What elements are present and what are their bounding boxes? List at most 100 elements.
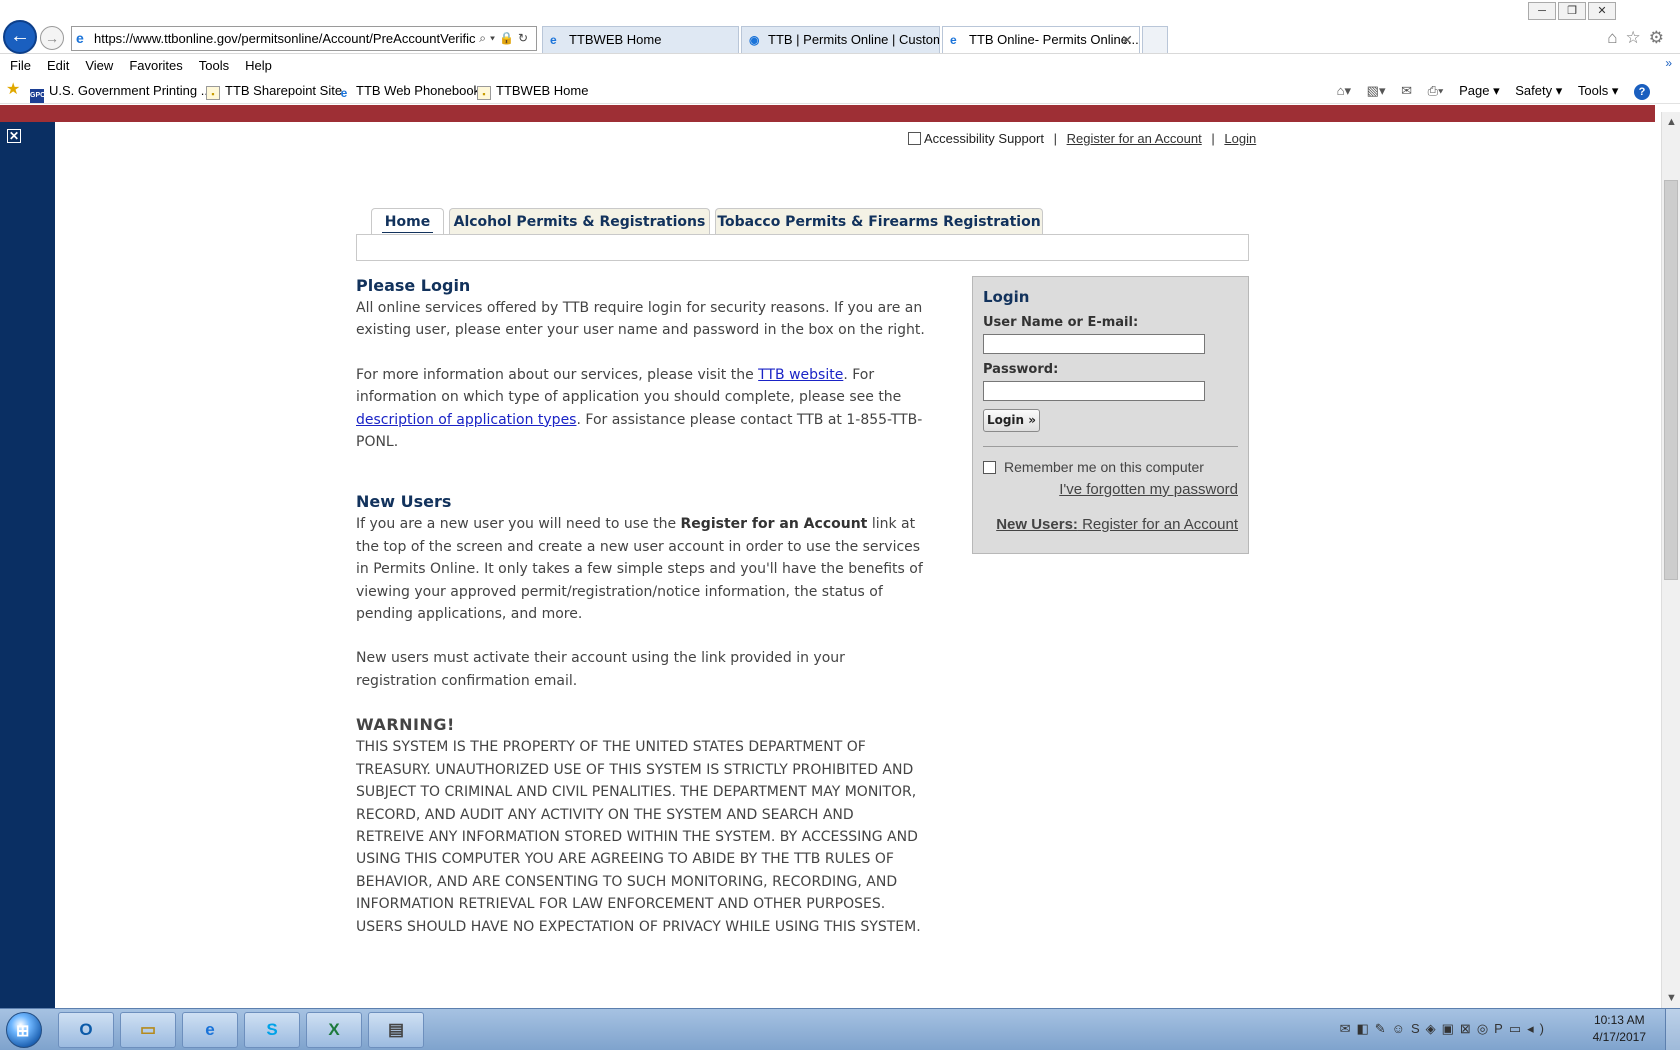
pen-icon[interactable]: ✎ xyxy=(1375,1021,1392,1036)
network-icon[interactable]: ⊠ xyxy=(1460,1021,1477,1036)
menu-edit[interactable]: Edit xyxy=(39,54,77,75)
chevron-right-icon[interactable]: » xyxy=(1665,56,1672,70)
warning-text: THIS SYSTEM IS THE PROPERTY OF THE UNITE… xyxy=(356,739,921,935)
warning-heading: WARNING! xyxy=(356,715,455,735)
fav-gpo[interactable]: GPO U.S. Government Printing ... xyxy=(30,83,212,103)
scroll-down-icon[interactable]: ▼ xyxy=(1666,992,1677,1004)
forgot-password-link[interactable]: I've forgotten my password xyxy=(1059,481,1238,498)
cmd-safety[interactable]: Safety ▾ xyxy=(1515,82,1562,100)
home-icon[interactable]: ⌂ xyxy=(1607,28,1625,47)
shield-icon[interactable]: ◈ xyxy=(1426,1021,1442,1036)
folder-icon: ▭ xyxy=(139,1020,157,1039)
favorites-star-icon[interactable]: ☆ xyxy=(1626,28,1649,47)
drive-icon[interactable]: ▣ xyxy=(1442,1021,1460,1036)
back-button[interactable]: ← xyxy=(3,20,37,54)
login-box: Login User Name or E-mail: Password: Log… xyxy=(972,276,1249,554)
browser-toolbar-icons: ⌂☆⚙ xyxy=(1607,28,1672,48)
forward-button[interactable]: → xyxy=(40,26,64,50)
windows-logo-icon: ⊞ xyxy=(16,1023,30,1040)
username-label: User Name or E-mail: xyxy=(983,315,1139,330)
tab-alcohol-permits[interactable]: Alcohol Permits & Registrations xyxy=(449,208,710,234)
monitor-icon[interactable]: ▭ xyxy=(1509,1021,1527,1036)
browser-tab-ttb-online-permits[interactable]: e TTB Online- Permits Online... ✕ xyxy=(942,26,1140,53)
remember-me-checkbox[interactable] xyxy=(983,461,996,474)
tab-home[interactable]: Home xyxy=(371,208,444,235)
scrollbar-thumb[interactable] xyxy=(1664,180,1678,580)
taskbar-window[interactable]: ▤ xyxy=(368,1012,424,1048)
search-icon[interactable]: ⌕ xyxy=(479,31,490,45)
fav-ttbweb-home[interactable]: ▪ TTBWEB Home xyxy=(477,83,588,100)
taskbar-internet-explorer[interactable]: e xyxy=(182,1012,238,1048)
start-button[interactable]: ⊞ xyxy=(6,1012,42,1048)
menu-file[interactable]: File xyxy=(0,54,39,75)
close-icon[interactable]: ✕ xyxy=(7,129,21,143)
taskbar-file-explorer[interactable]: ▭ xyxy=(120,1012,176,1048)
fav-label: TTBWEB Home xyxy=(496,83,589,98)
main-content: Please Login All online services offered… xyxy=(356,275,926,938)
new-tab-button[interactable] xyxy=(1142,26,1168,53)
lock-icon[interactable]: 🔒 xyxy=(499,31,518,45)
register-link-text: Register for an Account xyxy=(1077,516,1238,533)
tabs-content-panel xyxy=(356,234,1249,261)
menu-bar: File Edit View Favorites Tools Help » xyxy=(0,54,1680,78)
outlook-tray-icon[interactable]: ◧ xyxy=(1356,1021,1374,1036)
divider xyxy=(983,446,1238,447)
taskbar-outlook[interactable]: O xyxy=(58,1012,114,1048)
menu-tools[interactable]: Tools xyxy=(191,54,237,75)
dropdown-icon[interactable]: ▾ xyxy=(490,31,499,45)
separator: | xyxy=(1211,131,1215,146)
mail-icon[interactable]: ✉ xyxy=(1340,1021,1357,1036)
address-bar[interactable]: e https://www.ttbonline.gov/permitsonlin… xyxy=(71,26,537,51)
people-icon[interactable]: ☺ xyxy=(1392,1021,1411,1036)
menu-help[interactable]: Help xyxy=(237,54,280,75)
taskbar-skype[interactable]: S xyxy=(244,1012,300,1048)
menu-view[interactable]: View xyxy=(77,54,121,75)
address-tools: ⌕▾🔒↻ xyxy=(479,27,532,50)
ie-icon: e xyxy=(76,30,84,46)
new-users-register-link[interactable]: New Users: Register for an Account xyxy=(996,516,1238,533)
fav-ttb-sharepoint[interactable]: ▪ TTB Sharepoint Site xyxy=(206,83,342,100)
favorites-star-icon[interactable]: ★ xyxy=(6,82,20,98)
restore-button[interactable]: ❐ xyxy=(1558,2,1586,20)
cmd-page[interactable]: Page ▾ xyxy=(1459,82,1500,100)
username-input[interactable] xyxy=(983,334,1205,354)
skype-tray-icon[interactable]: S xyxy=(1411,1021,1426,1036)
close-window-button[interactable]: ✕ xyxy=(1588,2,1616,20)
taskbar-clock[interactable]: 10:13 AM 4/17/2017 xyxy=(1593,1012,1646,1046)
fav-ttb-web-phonebook[interactable]: e TTB Web Phonebook xyxy=(337,83,480,100)
taskbar-excel[interactable]: X xyxy=(306,1012,362,1048)
home-icon[interactable]: ⌂▾ xyxy=(1337,83,1351,99)
p-icon[interactable]: P xyxy=(1494,1021,1509,1036)
gear-icon[interactable]: ⚙ xyxy=(1649,28,1672,47)
login-button[interactable]: Login » xyxy=(983,409,1040,432)
volume-icon[interactable]: ◂) xyxy=(1527,1021,1550,1036)
tab-label: TTBWEB Home xyxy=(569,32,662,47)
text-segment: If you are a new user you will need to u… xyxy=(356,516,681,533)
mail-icon[interactable]: ✉ xyxy=(1401,83,1412,99)
browser-tab-ttbweb-home[interactable]: e TTBWEB Home xyxy=(542,26,739,53)
minimize-button[interactable]: ─ xyxy=(1528,2,1556,20)
browser-tab-permits-online-custom[interactable]: ◉ TTB | Permits Online | Custom... xyxy=(741,26,940,53)
register-account-link[interactable]: Register for an Account xyxy=(1067,131,1202,146)
window-icon: ▤ xyxy=(387,1020,405,1039)
rss-feed-icon[interactable]: ▧▾ xyxy=(1367,83,1386,99)
remember-me[interactable]: Remember me on this computer xyxy=(983,459,1204,475)
menu-favorites[interactable]: Favorites xyxy=(121,54,190,75)
refresh-icon[interactable]: ↻ xyxy=(518,31,532,45)
password-input[interactable] xyxy=(983,381,1205,401)
accessibility-support-link[interactable]: Accessibility Support xyxy=(924,131,1044,146)
scroll-up-icon[interactable]: ▲ xyxy=(1666,116,1677,128)
print-icon[interactable]: ⎙▾ xyxy=(1428,83,1444,99)
tab-label: TTB | Permits Online | Custom... xyxy=(768,32,940,47)
login-link[interactable]: Login xyxy=(1224,131,1256,146)
application-types-link[interactable]: description of application types xyxy=(356,412,576,428)
sync-icon[interactable]: ◎ xyxy=(1477,1021,1494,1036)
cmd-tools[interactable]: Tools ▾ xyxy=(1578,82,1619,100)
show-desktop-button[interactable] xyxy=(1665,1009,1680,1050)
help-icon[interactable]: ? xyxy=(1634,84,1650,100)
ttb-website-link[interactable]: TTB website xyxy=(758,367,843,383)
close-tab-icon[interactable]: ✕ xyxy=(1121,27,1133,53)
tab-tobacco-firearms[interactable]: Tobacco Permits & Firearms Registration xyxy=(715,208,1043,234)
vertical-scrollbar[interactable]: ▲ ▼ xyxy=(1661,112,1680,1008)
separator: | xyxy=(1053,131,1057,146)
